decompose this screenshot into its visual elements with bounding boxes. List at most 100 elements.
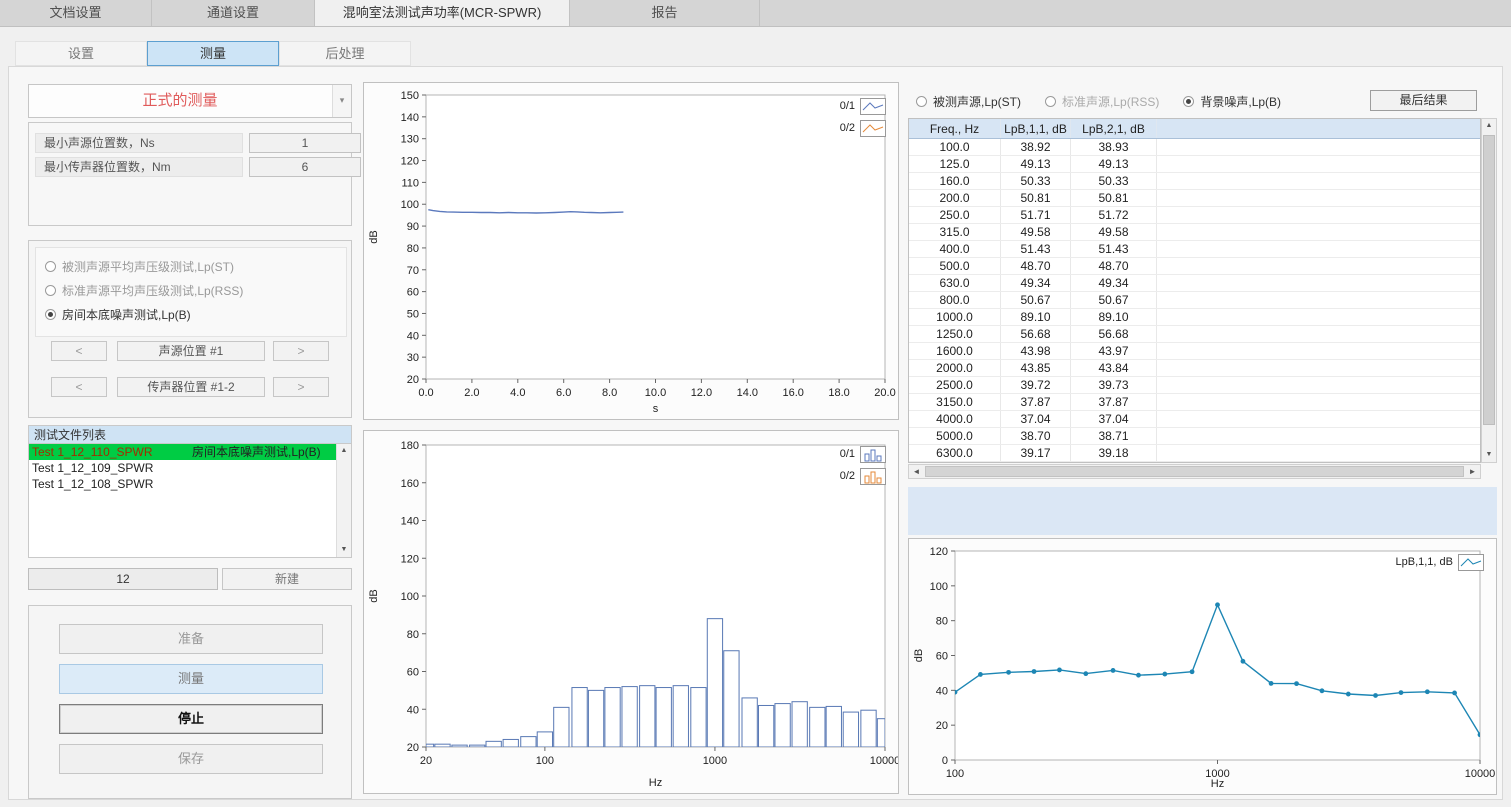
tab-mcr-spwr[interactable]: 混响室法测试声功率(MCR-SPWR) bbox=[315, 0, 570, 26]
svg-text:Hz: Hz bbox=[649, 777, 662, 789]
table-row[interactable]: 1250.056.6856.68 bbox=[909, 326, 1480, 343]
table-cell: 100.0 bbox=[909, 139, 1001, 155]
table-row[interactable]: 800.050.6750.67 bbox=[909, 292, 1480, 309]
subtab-postprocess[interactable]: 后处理 bbox=[279, 41, 411, 66]
table-horizontal-scrollbar[interactable] bbox=[908, 464, 1481, 479]
table-row[interactable]: 4000.037.0437.04 bbox=[909, 411, 1480, 428]
mic-position-button[interactable]: 传声器位置 #1-2 bbox=[117, 377, 265, 397]
table-cell: 43.84 bbox=[1071, 360, 1157, 376]
col-lpb21-header[interactable]: LpB,2,1, dB bbox=[1071, 119, 1157, 138]
scroll-down-icon[interactable] bbox=[337, 543, 351, 557]
svg-text:40: 40 bbox=[407, 330, 419, 342]
table-row[interactable]: 630.049.3449.34 bbox=[909, 275, 1480, 292]
source-position-prev-button[interactable]: < bbox=[51, 341, 107, 361]
table-row[interactable]: 125.049.1349.13 bbox=[909, 156, 1480, 173]
radio-lp-st-result[interactable]: 被测声源,Lp(ST) bbox=[916, 93, 1021, 110]
file-list-scrollbar[interactable] bbox=[336, 444, 351, 557]
source-position-button[interactable]: 声源位置 #1 bbox=[117, 341, 265, 361]
table-row[interactable]: 3150.037.8737.87 bbox=[909, 394, 1480, 411]
measure-button[interactable]: 测量 bbox=[59, 664, 323, 694]
mic-position-prev-button[interactable]: < bbox=[51, 377, 107, 397]
header-filler bbox=[1157, 119, 1480, 138]
table-row[interactable]: 1000.089.1089.10 bbox=[909, 309, 1480, 326]
legend-entry[interactable]: 0/2 bbox=[840, 465, 886, 487]
measurement-mode-dropdown[interactable]: 正式的测量 bbox=[28, 84, 352, 118]
svg-text:dB: dB bbox=[368, 230, 380, 243]
table-row[interactable]: 100.038.9238.93 bbox=[909, 139, 1480, 156]
scroll-down-icon[interactable] bbox=[1482, 448, 1496, 462]
legend-entry[interactable]: LpB,1,1, dB bbox=[1396, 551, 1485, 573]
legend-entry[interactable]: 0/1 bbox=[840, 443, 886, 465]
radio-icon bbox=[45, 285, 56, 296]
table-row[interactable]: 1600.043.9843.97 bbox=[909, 343, 1480, 360]
new-file-button[interactable]: 新建 bbox=[222, 568, 352, 590]
file-counter-field[interactable]: 12 bbox=[28, 568, 218, 590]
table-cell: 800.0 bbox=[909, 292, 1001, 308]
scrollbar-thumb[interactable] bbox=[1483, 135, 1495, 425]
scroll-up-icon[interactable] bbox=[1482, 119, 1496, 133]
col-lpb11-header[interactable]: LpB,1,1, dB bbox=[1001, 119, 1071, 138]
table-row[interactable]: 5000.038.7038.71 bbox=[909, 428, 1480, 445]
col-freq-header[interactable]: Freq., Hz bbox=[909, 119, 1001, 138]
row-filler bbox=[1157, 190, 1480, 206]
radio-lp-st-test[interactable]: 被测声源平均声压级测试,Lp(ST) bbox=[45, 257, 234, 275]
subtab-setup[interactable]: 设置 bbox=[15, 41, 147, 66]
table-row[interactable]: 315.049.5849.58 bbox=[909, 224, 1480, 241]
table-cell: 43.97 bbox=[1071, 343, 1157, 359]
source-position-next-button[interactable]: > bbox=[273, 341, 329, 361]
svg-text:130: 130 bbox=[401, 134, 419, 146]
table-row[interactable]: 2500.039.7239.73 bbox=[909, 377, 1480, 394]
table-row[interactable]: 6300.039.1739.18 bbox=[909, 445, 1480, 462]
subtab-measure[interactable]: 测量 bbox=[147, 41, 279, 66]
bar-series-icon bbox=[860, 468, 886, 485]
radio-lp-b-result[interactable]: 背景噪声,Lp(B) bbox=[1183, 92, 1281, 110]
table-row[interactable]: 400.051.4351.43 bbox=[909, 241, 1480, 258]
table-cell: 50.67 bbox=[1071, 292, 1157, 308]
table-row[interactable]: 2000.043.8543.84 bbox=[909, 360, 1480, 377]
min-mic-positions-value[interactable]: 6 bbox=[249, 157, 361, 177]
min-source-positions-label: 最小声源位置数，Ns bbox=[35, 133, 243, 153]
tab-document-settings[interactable]: 文档设置 bbox=[0, 0, 152, 26]
table-row[interactable]: 200.050.8150.81 bbox=[909, 190, 1480, 207]
save-button[interactable]: 保存 bbox=[59, 744, 323, 774]
list-item[interactable]: Test 1_12_109_SPWR bbox=[29, 460, 336, 476]
table-vertical-scrollbar[interactable] bbox=[1481, 118, 1497, 463]
action-buttons-group: 准备 测量 停止 保存 bbox=[28, 605, 352, 799]
table-row[interactable]: 160.050.3350.33 bbox=[909, 173, 1480, 190]
tab-report[interactable]: 报告 bbox=[570, 0, 760, 26]
legend-label: LpB,1,1, dB bbox=[1396, 556, 1454, 568]
scroll-left-icon[interactable] bbox=[909, 465, 924, 478]
table-row[interactable]: 500.048.7048.70 bbox=[909, 258, 1480, 275]
legend-entry[interactable]: 0/1 bbox=[840, 95, 886, 117]
table-row[interactable]: 250.051.7151.72 bbox=[909, 207, 1480, 224]
svg-text:dB: dB bbox=[368, 589, 380, 602]
radio-lp-rss-test[interactable]: 标准声源平均声压级测试,Lp(RSS) bbox=[45, 281, 243, 299]
mic-position-next-button[interactable]: > bbox=[273, 377, 329, 397]
final-result-button[interactable]: 最后结果 bbox=[1370, 90, 1477, 111]
chevron-down-icon[interactable] bbox=[332, 85, 351, 117]
scrollbar-thumb[interactable] bbox=[925, 466, 1464, 477]
radio-label: 被测声源平均声压级测试,Lp(ST) bbox=[62, 258, 234, 275]
svg-text:60: 60 bbox=[936, 651, 948, 663]
stop-button[interactable]: 停止 bbox=[59, 704, 323, 734]
radio-lp-b-test[interactable]: 房间本底噪声测试,Lp(B) bbox=[45, 305, 191, 323]
test-file-list-body: Test 1_12_110_SPWR 房间本底噪声测试,Lp(B) Test 1… bbox=[28, 443, 352, 558]
scroll-up-icon[interactable] bbox=[337, 444, 351, 458]
prepare-button[interactable]: 准备 bbox=[59, 624, 323, 654]
svg-text:120: 120 bbox=[401, 156, 419, 168]
table-cell: 51.71 bbox=[1001, 207, 1071, 223]
table-cell: 50.33 bbox=[1001, 173, 1071, 189]
scroll-right-icon[interactable] bbox=[1465, 465, 1480, 478]
legend-entry[interactable]: 0/2 bbox=[840, 117, 886, 139]
sub-tabbar: 设置 测量 后处理 bbox=[15, 41, 411, 66]
svg-text:40: 40 bbox=[936, 685, 948, 697]
radio-lp-rss-result[interactable]: 标准声源,Lp(RSS) bbox=[1045, 93, 1159, 110]
list-item[interactable]: Test 1_12_108_SPWR bbox=[29, 476, 336, 492]
table-cell: 5000.0 bbox=[909, 428, 1001, 444]
list-item[interactable]: Test 1_12_110_SPWR 房间本底噪声测试,Lp(B) bbox=[29, 444, 336, 460]
legend-label: 0/1 bbox=[840, 448, 855, 460]
line-series-icon bbox=[860, 98, 886, 115]
table-cell: 400.0 bbox=[909, 241, 1001, 257]
tab-channel-settings[interactable]: 通道设置 bbox=[152, 0, 315, 26]
min-source-positions-value[interactable]: 1 bbox=[249, 133, 361, 153]
